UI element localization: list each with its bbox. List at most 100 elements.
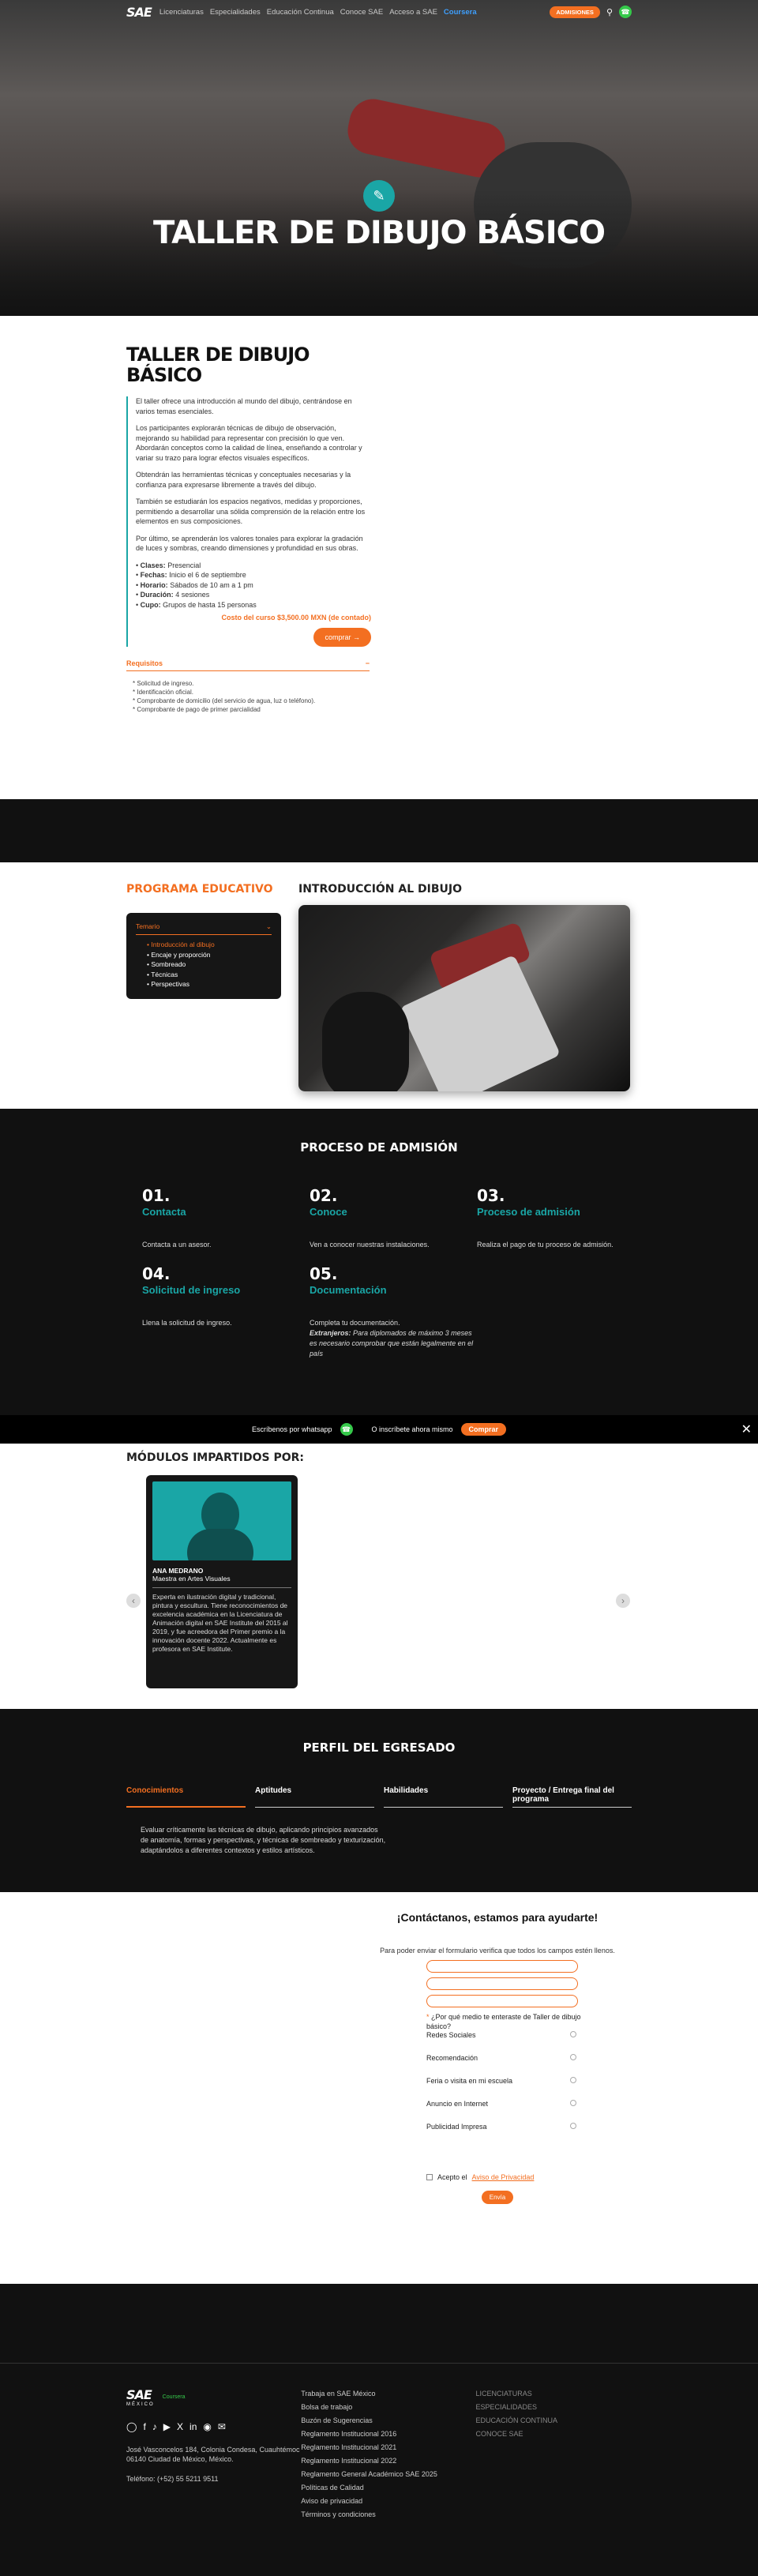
- close-icon[interactable]: ✕: [741, 1421, 752, 1437]
- submit-button[interactable]: Envía: [481, 2191, 514, 2204]
- spotify-icon[interactable]: ◉: [203, 2421, 211, 2432]
- step-number: 01.: [142, 1186, 171, 1205]
- step-name: Contacta: [142, 1206, 186, 1218]
- requirements-accordion[interactable]: Requisitos −: [126, 659, 370, 671]
- whatsapp-icon[interactable]: ☎: [340, 1423, 353, 1436]
- megaphone-icon[interactable]: ✉: [218, 2421, 226, 2432]
- privacy-checkbox[interactable]: [426, 2174, 433, 2180]
- temario-item[interactable]: Sombreado: [136, 959, 272, 970]
- name-field[interactable]: [426, 1960, 578, 1973]
- footer-program-link[interactable]: EDUCACIÓN CONTINUA: [475, 2414, 632, 2428]
- temario-item[interactable]: Técnicas: [136, 970, 272, 980]
- footer-link[interactable]: Reglamento General Académico SAE 2025: [301, 2468, 475, 2481]
- nav-licenciaturas[interactable]: Licenciaturas: [159, 8, 204, 17]
- search-icon[interactable]: ⚲: [606, 7, 613, 17]
- email-field[interactable]: [426, 1977, 578, 1990]
- step-name: Conoce: [310, 1206, 347, 1218]
- tab-proyecto[interactable]: Proyecto / Entrega final del programa: [512, 1786, 632, 1808]
- admission-step: 05. Documentación Completa tu documentac…: [310, 1264, 477, 1359]
- profile-text: Evaluar críticamente las técnicas de dib…: [141, 1826, 386, 1854]
- nav-especialidades[interactable]: Especialidades: [210, 8, 261, 17]
- privacy-link[interactable]: Aviso de Privacidad: [472, 2173, 535, 2181]
- whatsapp-cta-label: Escríbenos por whatsapp: [251, 1425, 332, 1433]
- footer-link[interactable]: Aviso de privacidad: [301, 2495, 475, 2508]
- admission-process-section: PROCESO DE ADMISIÓN 01. Contacta Contact…: [0, 1109, 758, 1399]
- enroll-label: O inscríbete ahora mismo: [371, 1425, 453, 1433]
- footer-logo-sub: MÉXICO: [126, 2402, 155, 2407]
- sae-logo[interactable]: SAE: [126, 5, 152, 20]
- hero-banner: ✎ TALLER DE DIBUJO BÁSICO: [0, 0, 758, 316]
- youtube-icon[interactable]: ▶: [163, 2421, 171, 2432]
- video-photo-person: [322, 992, 409, 1091]
- requirement-item: * Comprobante de domicilio (del servicio…: [133, 697, 316, 704]
- temario-item[interactable]: Introducción al dibujo: [136, 940, 272, 950]
- temario-item[interactable]: Perspectivas: [136, 979, 272, 989]
- footer-address: José Vasconcelos 184, Colonia Condesa, C…: [126, 2446, 300, 2463]
- linkedin-icon[interactable]: in: [190, 2421, 197, 2432]
- radio-button[interactable]: [570, 2054, 576, 2060]
- admission-title: PROCESO DE ADMISIÓN: [300, 1140, 458, 1155]
- privacy-consent: Acepto el Aviso de Privacidad: [426, 2173, 616, 2181]
- radio-button[interactable]: [570, 2123, 576, 2129]
- radio-button[interactable]: [570, 2100, 576, 2106]
- whatsapp-icon[interactable]: ☎: [619, 6, 632, 18]
- coursera-logo[interactable]: Coursera: [163, 2394, 186, 2400]
- step-description: Completa tu documentación. Extranjeros: …: [310, 1319, 474, 1357]
- source-option[interactable]: Redes Sociales: [426, 2031, 576, 2047]
- radio-button[interactable]: [570, 2031, 576, 2037]
- footer-link[interactable]: Reglamento Institucional 2022: [301, 2454, 475, 2468]
- tab-aptitudes[interactable]: Aptitudes: [255, 1786, 374, 1808]
- temario-item[interactable]: Encaje y proporción: [136, 950, 272, 960]
- source-option[interactable]: Anuncio en Internet: [426, 2100, 576, 2116]
- footer-link[interactable]: Términos y condiciones: [301, 2508, 475, 2522]
- footer-link[interactable]: Buzón de Sugerencias: [301, 2414, 475, 2428]
- nav-educacion-continua[interactable]: Educación Continua: [267, 8, 334, 17]
- carousel-next-icon[interactable]: ›: [616, 1594, 630, 1608]
- detail-horario: Horario: Sábados de 10 am a 1 pm: [136, 580, 371, 591]
- detail-duracion: Duración: 4 sesiones: [136, 590, 371, 600]
- footer-link[interactable]: Trabaja en SAE México: [301, 2387, 475, 2401]
- instagram-icon[interactable]: ◯: [126, 2421, 137, 2432]
- nav-coursera[interactable]: Coursera: [444, 8, 477, 17]
- teacher-photo-body: [187, 1529, 253, 1560]
- radio-button[interactable]: [570, 2077, 576, 2083]
- program-content: INTRODUCCIÓN AL DIBUJO: [298, 883, 630, 1091]
- nav-conoce-sae[interactable]: Conoce SAE: [340, 8, 383, 17]
- footer-program-link[interactable]: LICENCIATURAS: [475, 2387, 632, 2401]
- lesson-video[interactable]: [298, 905, 630, 1091]
- tab-conocimientos[interactable]: Conocimientos: [126, 1786, 246, 1808]
- buy-button[interactable]: comprar →: [313, 627, 371, 647]
- x-icon[interactable]: X: [177, 2421, 183, 2432]
- tiktok-icon[interactable]: ♪: [152, 2421, 157, 2432]
- privacy-label: Acepto el: [437, 2173, 467, 2181]
- temario-toggle[interactable]: Temario ⌄: [136, 922, 272, 935]
- footer-link[interactable]: Reglamento Institucional 2021: [301, 2441, 475, 2454]
- source-option[interactable]: Recomendación: [426, 2054, 576, 2070]
- source-option[interactable]: Publicidad Impresa: [426, 2123, 576, 2139]
- carousel-prev-icon[interactable]: ‹: [126, 1594, 141, 1608]
- footer-program-link[interactable]: CONOCE SAE: [475, 2428, 632, 2441]
- footer-link[interactable]: Reglamento Institucional 2016: [301, 2428, 475, 2441]
- facebook-icon[interactable]: f: [143, 2421, 145, 2432]
- enroll-button[interactable]: Comprar: [460, 1423, 507, 1436]
- footer-program-link[interactable]: ESPECIALIDADES: [475, 2401, 632, 2414]
- nav-acceso-sae[interactable]: Acceso a SAE: [389, 8, 437, 17]
- collapse-icon: −: [365, 659, 370, 667]
- footer-link[interactable]: Políticas de Calidad: [301, 2481, 475, 2495]
- phone-field[interactable]: [426, 1995, 578, 2007]
- step-description: Realiza el pago de tu proceso de admisió…: [477, 1241, 614, 1249]
- footer-sae-logo[interactable]: SAE: [126, 2387, 155, 2402]
- tab-habilidades[interactable]: Habilidades: [384, 1786, 503, 1808]
- requirement-item: * Comprobante de pago de primer parciali…: [133, 706, 261, 713]
- course-paragraph: Por último, se aprenderán los valores to…: [136, 534, 363, 553]
- source-option[interactable]: Feria o visita en mi escuela: [426, 2077, 576, 2093]
- nav-actions: ADMISIONES ⚲ ☎: [550, 6, 632, 18]
- admisiones-button[interactable]: ADMISIONES: [550, 6, 600, 18]
- teacher-photo: [152, 1481, 291, 1560]
- teachers-section: MÓDULOS IMPARTIDOS POR: ‹ ANA MEDRANO Ma…: [0, 1444, 758, 1709]
- step-name: Proceso de admisión: [477, 1206, 580, 1218]
- footer-link[interactable]: Bolsa de trabajo: [301, 2401, 475, 2414]
- program-sidebar: PROGRAMA EDUCATIVO Temario⌄ Introducción…: [126, 883, 281, 1088]
- source-question: * ¿Por qué medio te enteraste de Taller …: [426, 2013, 581, 2030]
- contact-form: ¡Contáctanos, estamos para ayudarte! Par…: [379, 1911, 616, 2204]
